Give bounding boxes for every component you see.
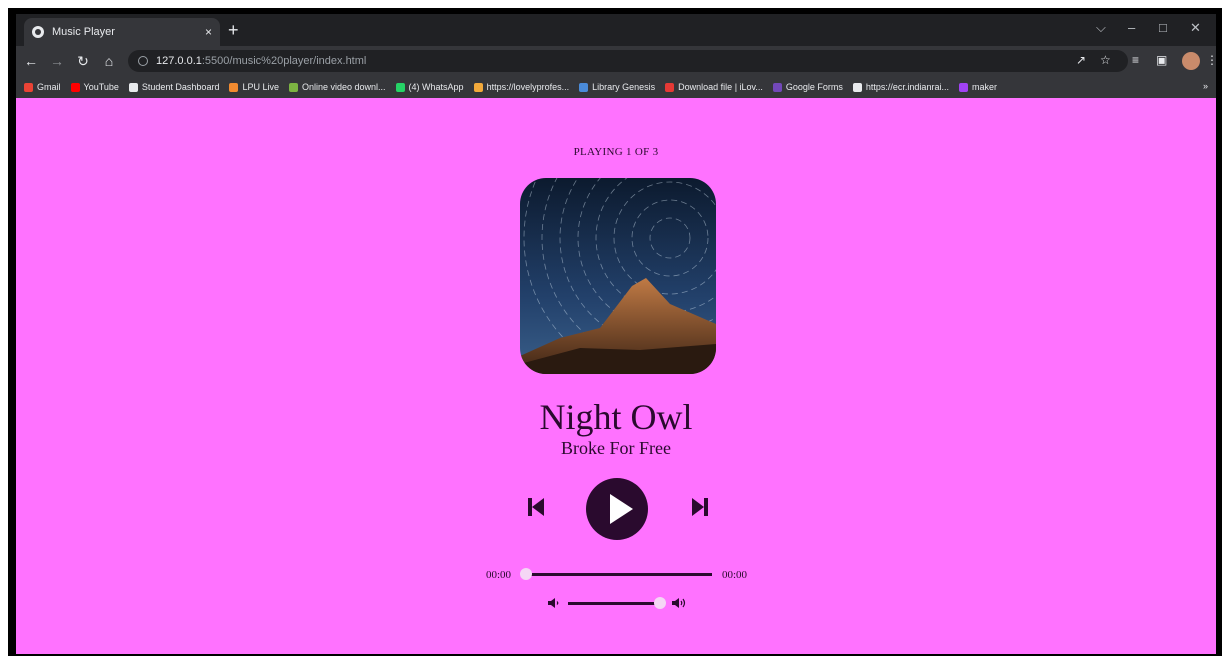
bookmark-favicon-icon [958, 82, 968, 92]
bookmark-star-icon[interactable]: ☆ [1100, 53, 1111, 67]
tab-title: Music Player [52, 26, 115, 38]
url-path: :5500/music%20player/index.html [201, 55, 367, 67]
bookmark-favicon-icon [395, 82, 405, 92]
bookmark-item[interactable]: maker [958, 82, 997, 92]
music-player-page: PLAYING 1 OF 3 Night Owl Broke For Free … [16, 98, 1216, 654]
bookmark-item[interactable]: Google Forms [772, 82, 843, 92]
bookmarks-bar: Gmail YouTube Student Dashboard LPU Live Onl… [16, 76, 1216, 98]
current-time: 00:00 [486, 569, 512, 581]
bookmark-favicon-icon [70, 82, 80, 92]
bookmark-label: Gmail [37, 82, 61, 92]
seek-slider-thumb[interactable] [520, 568, 532, 580]
album-art-image [520, 178, 716, 374]
bookmark-label: Online video downl... [301, 82, 386, 92]
globe-icon [32, 26, 44, 38]
bookmark-item[interactable]: https://lovelyprofes... [473, 82, 570, 92]
address-bar[interactable]: 127.0.0.1:5500/music%20player/index.html [128, 50, 1128, 72]
playing-counter: PLAYING 1 OF 3 [573, 146, 659, 158]
volume-slider[interactable] [568, 602, 660, 605]
bookmark-favicon-icon [852, 82, 862, 92]
side-panel-icon[interactable]: ▣ [1156, 53, 1167, 67]
volume-slider-thumb[interactable] [654, 597, 666, 609]
bookmark-favicon-icon [128, 82, 138, 92]
bookmark-label: LPU Live [242, 82, 279, 92]
new-tab-button[interactable]: + [228, 19, 239, 41]
bookmark-item[interactable]: Download file | iLov... [665, 82, 763, 92]
bookmark-item[interactable]: Student Dashboard [128, 82, 220, 92]
tab-music-player[interactable]: Music Player × [24, 18, 220, 46]
bookmark-favicon-icon [579, 82, 589, 92]
profile-avatar[interactable] [1182, 52, 1200, 70]
bookmark-item[interactable]: LPU Live [229, 82, 279, 92]
site-info-icon[interactable] [138, 56, 148, 66]
track-title: Night Owl [539, 397, 693, 437]
bookmark-favicon-icon [24, 82, 33, 92]
url-host: 127.0.0.1 [156, 55, 202, 67]
tab-strip: Music Player × + ⌵ – □ ✕ [16, 14, 1216, 46]
reading-list-icon[interactable]: ≡ [1132, 53, 1139, 67]
share-icon[interactable]: ↗ [1076, 53, 1086, 67]
screenshot-frame: Music Player × + ⌵ – □ ✕ ← → ↻ ⌂ 127.0.0… [8, 8, 1222, 656]
skip-forward-icon[interactable] [692, 498, 708, 516]
close-tab-icon[interactable]: × [205, 25, 212, 39]
seek-slider[interactable] [526, 573, 712, 576]
minimize-icon[interactable]: – [1128, 20, 1135, 35]
play-icon [610, 494, 633, 524]
bookmark-label: Google Forms [785, 82, 843, 92]
menu-icon[interactable]: ⋮ [1206, 53, 1216, 67]
skip-back-icon[interactable] [528, 498, 544, 516]
bookmark-item[interactable]: YouTube [70, 82, 119, 92]
tab-search-icon[interactable]: ⌵ [1096, 20, 1106, 36]
volume-low-icon [548, 598, 559, 608]
browser-window: Music Player × + ⌵ – □ ✕ ← → ↻ ⌂ 127.0.0… [16, 14, 1216, 654]
bookmark-favicon-icon [288, 82, 298, 92]
bookmark-item[interactable]: (4) WhatsApp [395, 82, 464, 92]
toolbar: ← → ↻ ⌂ 127.0.0.1:5500/music%20player/in… [16, 46, 1216, 76]
bookmarks-overflow-icon[interactable]: » [1203, 81, 1208, 91]
close-window-icon[interactable]: ✕ [1190, 20, 1201, 36]
bookmark-label: Library Genesis [592, 82, 656, 92]
play-button[interactable] [586, 478, 648, 540]
bookmark-favicon-icon [473, 82, 483, 92]
bookmark-label: Student Dashboard [141, 82, 220, 92]
bookmark-item[interactable]: Library Genesis [579, 82, 655, 92]
restore-icon[interactable]: □ [1159, 20, 1167, 35]
bookmark-item[interactable]: https://ecr.indianrai... [852, 82, 949, 92]
reload-icon[interactable]: ↻ [72, 53, 94, 70]
bookmark-favicon-icon [772, 82, 782, 92]
bookmark-favicon-icon [229, 82, 239, 92]
bookmark-item[interactable]: Online video downl... [288, 82, 386, 92]
bookmark-label: (4) WhatsApp [408, 82, 464, 92]
total-duration: 00:00 [722, 569, 748, 581]
bookmark-item[interactable]: Gmail [24, 82, 61, 92]
home-icon[interactable]: ⌂ [98, 53, 120, 69]
bookmark-label: YouTube [83, 82, 119, 92]
bookmark-label: maker [971, 82, 997, 92]
bookmark-favicon-icon [665, 82, 675, 92]
bookmark-label: https://lovelyprofes... [486, 82, 570, 92]
back-icon[interactable]: ← [20, 53, 42, 69]
forward-icon[interactable]: → [46, 53, 68, 69]
bookmark-label: https://ecr.indianrai... [865, 82, 949, 92]
bookmark-label: Download file | iLov... [678, 82, 763, 92]
track-artist: Broke For Free [561, 438, 671, 458]
volume-high-icon [672, 598, 686, 608]
